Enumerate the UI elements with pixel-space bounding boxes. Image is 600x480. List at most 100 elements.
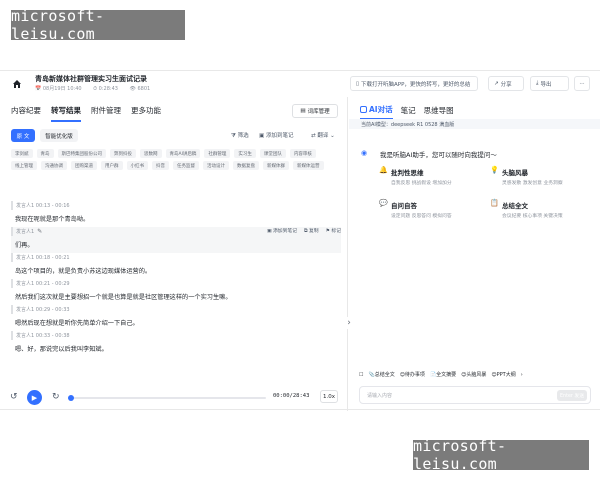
keyword-chip[interactable]: 弊到抖投 bbox=[110, 149, 136, 158]
segment-mark-button[interactable]: ⚑ 标记 bbox=[326, 227, 341, 234]
view-original-toggle[interactable]: 原 文 bbox=[11, 129, 35, 142]
vocabulary-button[interactable]: ▤ 词库管理 bbox=[292, 104, 338, 118]
card-description: 自我反思 挑战假设 增加加分 bbox=[391, 181, 452, 186]
segment-text: 我现在呢就是那个青岛呦。 bbox=[15, 216, 90, 223]
share-button[interactable]: ↗ 分享 bbox=[488, 76, 524, 91]
tab-notes[interactable]: 笔记 bbox=[401, 105, 416, 119]
tab-more-features[interactable]: 更多功能 bbox=[131, 105, 161, 122]
quick-todo-button[interactable]: 😊待办事项 bbox=[400, 371, 425, 378]
quick-ppt-button[interactable]: 😊PPT大纲 bbox=[491, 371, 515, 378]
card-description: 设定问题 反思答问 模拟问答 bbox=[391, 214, 452, 219]
history-icon[interactable]: ☐ bbox=[359, 372, 363, 378]
transcript-segment[interactable]: 发言人1 00:13 - 00:16 我现在呢就是那个青岛呦。 bbox=[11, 201, 341, 227]
keyword-chip[interactable]: 线上管理 bbox=[11, 161, 37, 170]
keyword-chip[interactable]: 青岛 bbox=[36, 149, 54, 158]
transcript-segment-active[interactable]: 发言人1 ✎ ▣ 添加到笔记 ⧉ 复制 ⚑ 标记 们再。 bbox=[11, 227, 341, 253]
play-icon: ▶ bbox=[31, 393, 38, 402]
add-to-notes-button[interactable]: ▣ 添加到笔记 bbox=[259, 131, 293, 139]
card-critical-thinking[interactable]: 🔔 批判性思维 自我反思 挑战假设 增加加分 bbox=[377, 163, 482, 190]
segment-speaker: 发言人1 00:18 - 00:21 bbox=[11, 253, 341, 262]
share-icon: ↗ bbox=[494, 80, 499, 87]
panel-collapse-toggle[interactable]: › bbox=[343, 317, 355, 329]
filter-button[interactable]: ⧩ 筛选 bbox=[231, 131, 249, 140]
model-indicator[interactable]: 当前AI模型：deepseek R1 0528 满血版 bbox=[349, 119, 600, 129]
keyword-chip[interactable]: 团购渠道 bbox=[71, 161, 97, 170]
keyword-chip[interactable]: 用户群 bbox=[101, 161, 123, 170]
transcript-segment[interactable]: 发言人1 00:29 - 00:33 嗯然后现在想就是听你先简单介绍一下自己。 bbox=[11, 305, 341, 331]
play-button[interactable]: ▶ bbox=[27, 390, 42, 405]
download-app-button[interactable]: ▯ 下载打开听脑APP，更快的转写，更好的总结 bbox=[350, 76, 478, 91]
keyword-chip[interactable]: 活动设计 bbox=[203, 161, 229, 170]
tab-ai-chat[interactable]: AI对话 bbox=[360, 104, 393, 120]
record-meta: 📅 08月19日 10:40 ⏱ 0:28:43 👁 6801 bbox=[35, 85, 160, 92]
record-date: 📅 08月19日 10:40 bbox=[35, 86, 82, 92]
keyword-chip[interactable]: 课堂团队 bbox=[259, 149, 286, 158]
tab-mindmap[interactable]: 思维导图 bbox=[424, 105, 454, 119]
segment-add-note-button[interactable]: ▣ 添加到笔记 bbox=[267, 227, 297, 234]
right-tabs: AI对话 笔记 思维导图 bbox=[360, 104, 454, 120]
segment-speaker: 发言人1 00:21 - 00:29 bbox=[11, 279, 341, 288]
home-icon[interactable] bbox=[12, 79, 22, 89]
keyword-chip[interactable]: 抖音 bbox=[152, 161, 169, 170]
quick-brainstorm-button[interactable]: 😊头脑风暴 bbox=[461, 371, 486, 378]
ai-chat-icon bbox=[360, 106, 367, 113]
tab-attachments[interactable]: 附件管理 bbox=[91, 105, 121, 122]
app-window: 青岛新媒体社群管理实习生面试记录 📅 08月19日 10:40 ⏱ 0:28:4… bbox=[0, 70, 600, 411]
keyword-chip[interactable]: 新媒体运营 bbox=[293, 161, 324, 170]
transcript-list: 发言人1 00:13 - 00:16 我现在呢就是那个青岛呦。 发言人1 ✎ ▣… bbox=[11, 201, 341, 357]
rewind-icon[interactable]: ↺ bbox=[10, 392, 18, 402]
keyword-chip[interactable]: 内容审核 bbox=[289, 149, 316, 158]
keyword-chip[interactable]: 小红书 bbox=[126, 161, 148, 170]
card-summary[interactable]: 📋 总结全文 会议纪要 核心事项 关键决策 bbox=[488, 196, 593, 223]
send-button[interactable]: Enter 发送 bbox=[557, 390, 587, 401]
segment-speaker: 发言人1 00:29 - 00:33 bbox=[11, 305, 341, 314]
keyword-chip[interactable]: 斯巴特集团股份公司 bbox=[57, 149, 106, 158]
keyword-chip[interactable]: 数据复盘 bbox=[233, 161, 259, 170]
bell-icon: 🔔 bbox=[379, 166, 388, 174]
keyword-chip[interactable]: 沟通协调 bbox=[41, 161, 67, 170]
keyword-chip[interactable]: 任务监督 bbox=[173, 161, 199, 170]
keyword-chip[interactable]: 新媒体群 bbox=[263, 161, 289, 170]
progress-bar[interactable] bbox=[68, 395, 266, 401]
transcript-segment[interactable]: 发言人1 00:33 - 00:38 嗯、好，那说完以后我叫李知斌。 bbox=[11, 331, 341, 357]
tab-transcript[interactable]: 转写结果 bbox=[51, 105, 81, 122]
segment-speaker: 发言人1 00:13 - 00:16 bbox=[11, 201, 341, 210]
progress-handle[interactable] bbox=[68, 395, 74, 401]
quick-abstract-button[interactable]: 📄全文摘要 bbox=[430, 371, 456, 378]
time-display: 00:00/28:43 bbox=[273, 393, 310, 399]
quick-summary-button[interactable]: 📎总结全文 bbox=[368, 371, 394, 378]
transcript-segment[interactable]: 发言人1 00:18 - 00:21 岛这个项目的，就是负责小苏这边现媒体运营的… bbox=[11, 253, 341, 279]
chevron-right-icon[interactable]: › bbox=[521, 372, 523, 378]
chat-input-placeholder: 请输入内容 bbox=[367, 393, 393, 399]
keyword-chip[interactable]: 思数网 bbox=[140, 149, 162, 158]
fast-forward-icon[interactable]: ↻ bbox=[52, 392, 60, 402]
transcript-segment[interactable]: 发言人1 00:21 - 00:29 然后我们这次就是主要想招一个就是也算是就是… bbox=[11, 279, 341, 305]
view-optimized-toggle[interactable]: 智能优化版 bbox=[40, 129, 78, 142]
segment-speaker: 发言人1 00:33 - 00:38 bbox=[11, 331, 341, 340]
tab-summary[interactable]: 内容纪要 bbox=[11, 105, 41, 122]
transcript-toolbar: 原 文 智能优化版 ⧩ 筛选 ▣ 添加到笔记 ⇄ 翻译 ⌄ bbox=[11, 129, 339, 143]
header: 青岛新媒体社群管理实习生面试记录 📅 08月19日 10:40 ⏱ 0:28:4… bbox=[0, 71, 600, 97]
record-duration: ⏱ 0:28:43 bbox=[93, 86, 118, 92]
chat-input[interactable]: 请输入内容 Enter 发送 bbox=[359, 386, 591, 404]
card-brainstorm[interactable]: 💡 头脑风暴 灵感发散 激发创意 业务洞察 bbox=[488, 163, 593, 190]
segment-copy-button[interactable]: ⧉ 复制 bbox=[304, 227, 319, 234]
page-title: 青岛新媒体社群管理实习生面试记录 bbox=[35, 75, 147, 83]
card-self-qa[interactable]: 💬 自问自答 设定问题 反思答问 模拟问答 bbox=[377, 196, 482, 223]
segment-text: 们再。 bbox=[15, 242, 34, 249]
translate-button[interactable]: ⇄ 翻译 ⌄ bbox=[311, 131, 335, 139]
keyword-chip[interactable]: 青岛AI讲后稿 bbox=[165, 149, 201, 158]
left-tabs: 内容纪要 转写结果 附件管理 更多功能 bbox=[11, 105, 161, 122]
watermark-top: microsoft-leisu.com bbox=[11, 7, 185, 43]
segment-text: 嗯、好，那说完以后我叫李知斌。 bbox=[15, 346, 108, 353]
keyword-chip[interactable]: 李剑斌 bbox=[11, 149, 33, 158]
export-button[interactable]: ⤓ 导出 bbox=[530, 76, 569, 91]
keyword-chip[interactable]: 实习生 bbox=[234, 149, 256, 158]
more-options-button[interactable]: ··· bbox=[574, 76, 590, 91]
playback-speed-button[interactable]: 1.0x bbox=[320, 390, 338, 403]
note-icon: ▣ bbox=[259, 133, 265, 139]
clipboard-icon: 📋 bbox=[490, 199, 499, 207]
keyword-chip[interactable]: 社群管理 bbox=[204, 149, 231, 158]
audio-player: ↺ ▶ ↻ 00:00/28:43 1.0x bbox=[8, 390, 340, 405]
pencil-icon[interactable]: ✎ bbox=[37, 228, 42, 235]
